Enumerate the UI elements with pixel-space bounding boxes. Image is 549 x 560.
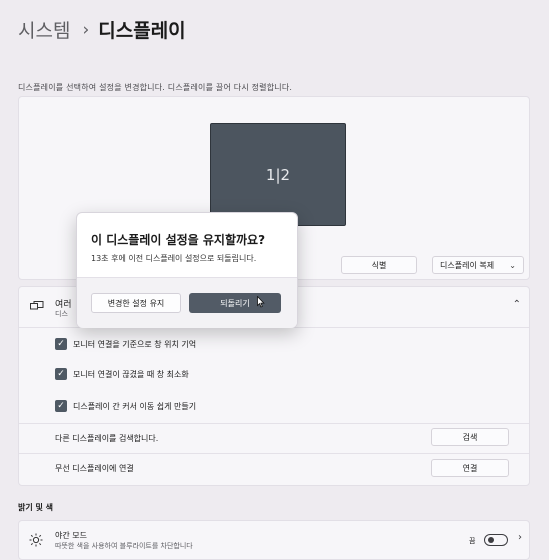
divider	[19, 453, 529, 454]
page-title: 디스플레이	[98, 20, 186, 42]
checkbox-label: 모니터 연결을 기준으로 창 위치 기억	[73, 339, 197, 349]
revert-button[interactable]: 되돌리기	[189, 293, 281, 313]
check-icon[interactable]: ✓	[55, 338, 67, 350]
check-icon[interactable]: ✓	[55, 400, 67, 412]
arrangement-instructions: 디스플레이를 선택하여 설정을 변경합니다. 디스플레이를 끌어 다시 정렬합니…	[18, 83, 293, 92]
dialog-message: 13초 후에 이전 디스플레이 설정으로 되돌립니다.	[91, 254, 257, 263]
checkbox-row-cursor-move[interactable]: ✓ 디스플레이 간 커서 이동 쉽게 만들기	[55, 399, 196, 413]
multi-display-icon	[30, 301, 44, 310]
breadcrumb: 시스템 › 디스플레이	[18, 16, 186, 43]
night-light-title: 야간 모드	[55, 531, 87, 540]
night-light-state: 끔	[469, 537, 476, 545]
multiple-displays-subtitle: 디스	[55, 310, 68, 318]
duplicate-display-value: 디스플레이 복제	[440, 260, 495, 270]
checkbox-row-minimize-windows[interactable]: ✓ 모니터 연결이 끊겼을 때 창 최소화	[55, 367, 189, 381]
identify-button[interactable]: 식별	[341, 256, 417, 274]
check-icon[interactable]: ✓	[55, 368, 67, 380]
cursor-icon	[257, 296, 265, 308]
divider	[19, 423, 529, 424]
dialog-title: 이 디스플레이 설정을 유지할까요?	[91, 233, 266, 247]
night-light-row[interactable]: 야간 모드 따뜻한 색을 사용하여 블루라이트를 차단합니다 끔 ›	[18, 520, 530, 560]
breadcrumb-parent[interactable]: 시스템	[18, 16, 70, 43]
detect-displays-label: 다른 디스플레이를 검색합니다.	[55, 434, 159, 443]
connect-button[interactable]: 연결	[431, 459, 509, 477]
brightness-section-title: 밝기 및 색	[18, 503, 54, 512]
checkbox-row-remember-windows[interactable]: ✓ 모니터 연결을 기준으로 창 위치 기억	[55, 337, 196, 351]
night-light-toggle[interactable]	[484, 534, 508, 546]
chevron-up-icon[interactable]: ⌃	[513, 299, 521, 310]
chevron-right-icon[interactable]: ›	[518, 532, 522, 543]
keep-settings-dialog: 이 디스플레이 설정을 유지할까요? 13초 후에 이전 디스플레이 설정으로 …	[76, 212, 298, 328]
checkbox-label: 디스플레이 간 커서 이동 쉽게 만들기	[73, 401, 197, 411]
checkbox-label: 모니터 연결이 끊겼을 때 창 최소화	[73, 369, 189, 379]
chevron-down-icon: ⌄	[509, 260, 516, 270]
night-light-subtitle: 따뜻한 색을 사용하여 블루라이트를 차단합니다	[55, 542, 193, 550]
display-monitor-tile[interactable]: 1|2	[210, 123, 346, 226]
detect-button[interactable]: 검색	[431, 428, 509, 446]
dialog-footer: 변경한 설정 유지 되돌리기	[77, 277, 297, 328]
brightness-icon	[29, 533, 43, 547]
breadcrumb-separator: ›	[82, 19, 90, 40]
toggle-knob	[488, 537, 494, 543]
wireless-display-label: 무선 디스플레이에 연결	[55, 464, 134, 473]
duplicate-display-select[interactable]: 디스플레이 복제 ⌄	[432, 256, 524, 274]
keep-changes-button[interactable]: 변경한 설정 유지	[91, 293, 181, 313]
